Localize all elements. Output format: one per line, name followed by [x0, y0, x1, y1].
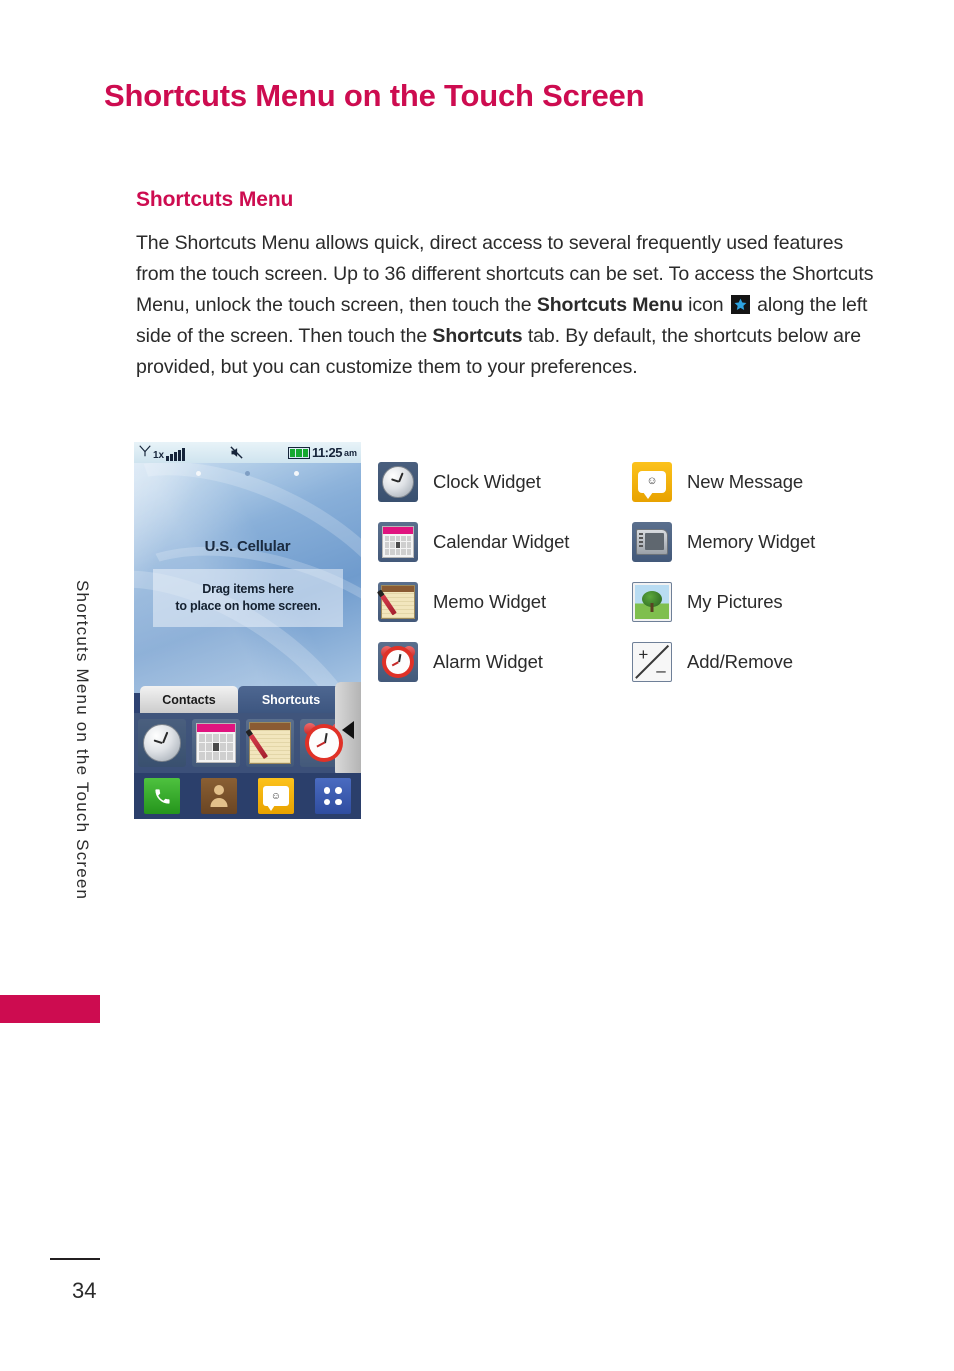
shortcut-label: Calendar Widget [433, 531, 570, 552]
my-pictures-icon [632, 582, 672, 622]
page-dot [294, 471, 299, 476]
shortcut-label: Memory Widget [687, 531, 816, 552]
page-dot [245, 471, 250, 476]
signal-bars-icon [166, 448, 185, 461]
vertical-chapter-label: Shortcuts Menu on the Touch Screen [73, 580, 92, 901]
page-number: 34 [72, 1278, 97, 1303]
footer-divider [50, 1258, 100, 1260]
tab-contacts[interactable]: Contacts [140, 686, 238, 713]
home-screen-page-dots [134, 471, 361, 476]
memory-widget-icon [632, 522, 672, 562]
add-remove-icon: + – [632, 642, 672, 682]
page-title: Shortcuts Menu on the Touch Screen [104, 78, 645, 113]
left-arrow-icon [342, 720, 354, 739]
contacts-icon[interactable] [201, 778, 238, 814]
shortcut-label: Add/Remove [687, 651, 793, 672]
shortcut-label: New Message [687, 471, 804, 492]
status-right-group: 11:25 am [287, 445, 357, 460]
phone-icon[interactable] [144, 778, 181, 814]
chapter-tab-marker [0, 995, 100, 1023]
status-meridiem: am [343, 447, 357, 458]
alarm-widget-icon [378, 642, 418, 682]
shortcut-label: My Pictures [687, 591, 783, 612]
paragraph-text-2: icon [682, 294, 729, 316]
list-item: Memory Widget [632, 512, 815, 572]
phone-wallpaper: U.S. Cellular Drag items here to place o… [134, 463, 361, 693]
calendar-widget-icon [378, 522, 418, 562]
section-heading: Shortcuts Menu [136, 188, 294, 211]
phone-dock: ☺ [134, 773, 361, 819]
phone-tab-bar: Contacts Shortcuts [134, 686, 361, 713]
shortcuts-panel-handle[interactable] [335, 682, 361, 777]
phone-status-bar: 1x 11:25 am [134, 442, 361, 463]
calendar-widget-icon[interactable] [192, 719, 240, 767]
menu-grid-icon[interactable] [314, 778, 351, 814]
new-message-icon: ☺ [632, 462, 672, 502]
shortcut-label: Clock Widget [433, 471, 541, 492]
status-time: 11:25 [311, 445, 343, 460]
clock-widget-icon [378, 462, 418, 502]
drag-drop-zone[interactable]: Drag items here to place on home screen. [153, 569, 343, 627]
bold-shortcuts-menu: Shortcuts Menu [536, 294, 683, 316]
battery-icon [287, 446, 310, 459]
phone-screenshot: 1x 11:25 am U.S. Cellular Drag items her… [134, 442, 361, 819]
body-paragraph: The Shortcuts Menu allows quick, direct … [136, 228, 876, 383]
antenna-icon [138, 444, 152, 461]
list-item: + – Add/Remove [632, 632, 815, 692]
list-item: ☺ New Message [632, 452, 815, 512]
memo-widget-icon [378, 582, 418, 622]
tab-shortcuts[interactable]: Shortcuts [238, 686, 344, 713]
memo-widget-icon[interactable] [246, 719, 294, 767]
carrier-name: U.S. Cellular [204, 538, 291, 555]
bold-shortcuts: Shortcuts [432, 325, 523, 347]
network-label: 1x [153, 450, 165, 461]
drop-zone-line-2: to place on home screen. [175, 599, 321, 613]
list-item: My Pictures [632, 572, 815, 632]
shortcut-label: Alarm Widget [433, 651, 543, 672]
shortcut-column-right: ☺ New Message Memory Widget My Pictures … [632, 452, 815, 692]
message-icon[interactable]: ☺ [257, 778, 294, 814]
signal-group: 1x [138, 444, 185, 461]
phone-shortcut-row [134, 713, 361, 773]
list-item: Memo Widget [378, 572, 569, 632]
list-item: Calendar Widget [378, 512, 569, 572]
drop-zone-line-1: Drag items here [202, 582, 294, 596]
list-item: Clock Widget [378, 452, 569, 512]
page-dot [196, 471, 201, 476]
shortcut-label: Memo Widget [433, 591, 547, 612]
vibrate-mute-icon [185, 445, 288, 460]
shortcuts-menu-star-icon [730, 295, 750, 314]
shortcut-column-left: Clock Widget Calendar Widget Memo Widget… [378, 452, 569, 692]
list-item: Alarm Widget [378, 632, 569, 692]
clock-widget-icon[interactable] [138, 719, 186, 767]
